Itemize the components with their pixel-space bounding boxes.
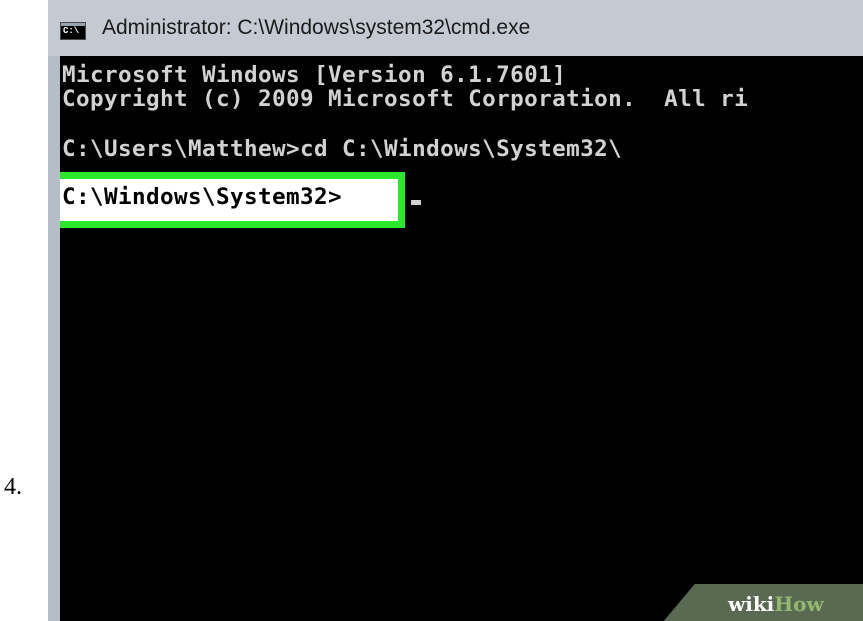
window-title: Administrator: C:\Windows\system32\cmd.e… — [102, 16, 531, 39]
step-number: 4. — [4, 474, 22, 500]
page: 4. C:\ Administrator: C:\Windows\system3… — [0, 0, 863, 621]
console-line-copyright: Copyright (c) 2009 Microsoft Corporation… — [62, 86, 749, 112]
console-line-cd-command: C:\Users\Matthew>cd C:\Windows\System32\ — [62, 136, 623, 162]
console-line-version: Microsoft Windows [Version 6.1.7601] — [62, 62, 567, 88]
cmd-icon[interactable]: C:\ — [60, 22, 86, 40]
watermark-part-a: wiki — [728, 592, 775, 616]
text-cursor — [411, 200, 421, 205]
cmd-window[interactable]: C:\ Administrator: C:\Windows\system32\c… — [48, 0, 863, 621]
cmd-icon-label: C:\ — [63, 26, 80, 36]
console-area[interactable]: Microsoft Windows [Version 6.1.7601] Cop… — [60, 56, 863, 621]
wikihow-watermark: wikiHow — [728, 592, 824, 616]
watermark-part-b: How — [774, 592, 824, 616]
title-bar[interactable]: C:\ Administrator: C:\Windows\system32\c… — [48, 0, 863, 56]
current-prompt: C:\Windows\System32> — [62, 184, 343, 210]
